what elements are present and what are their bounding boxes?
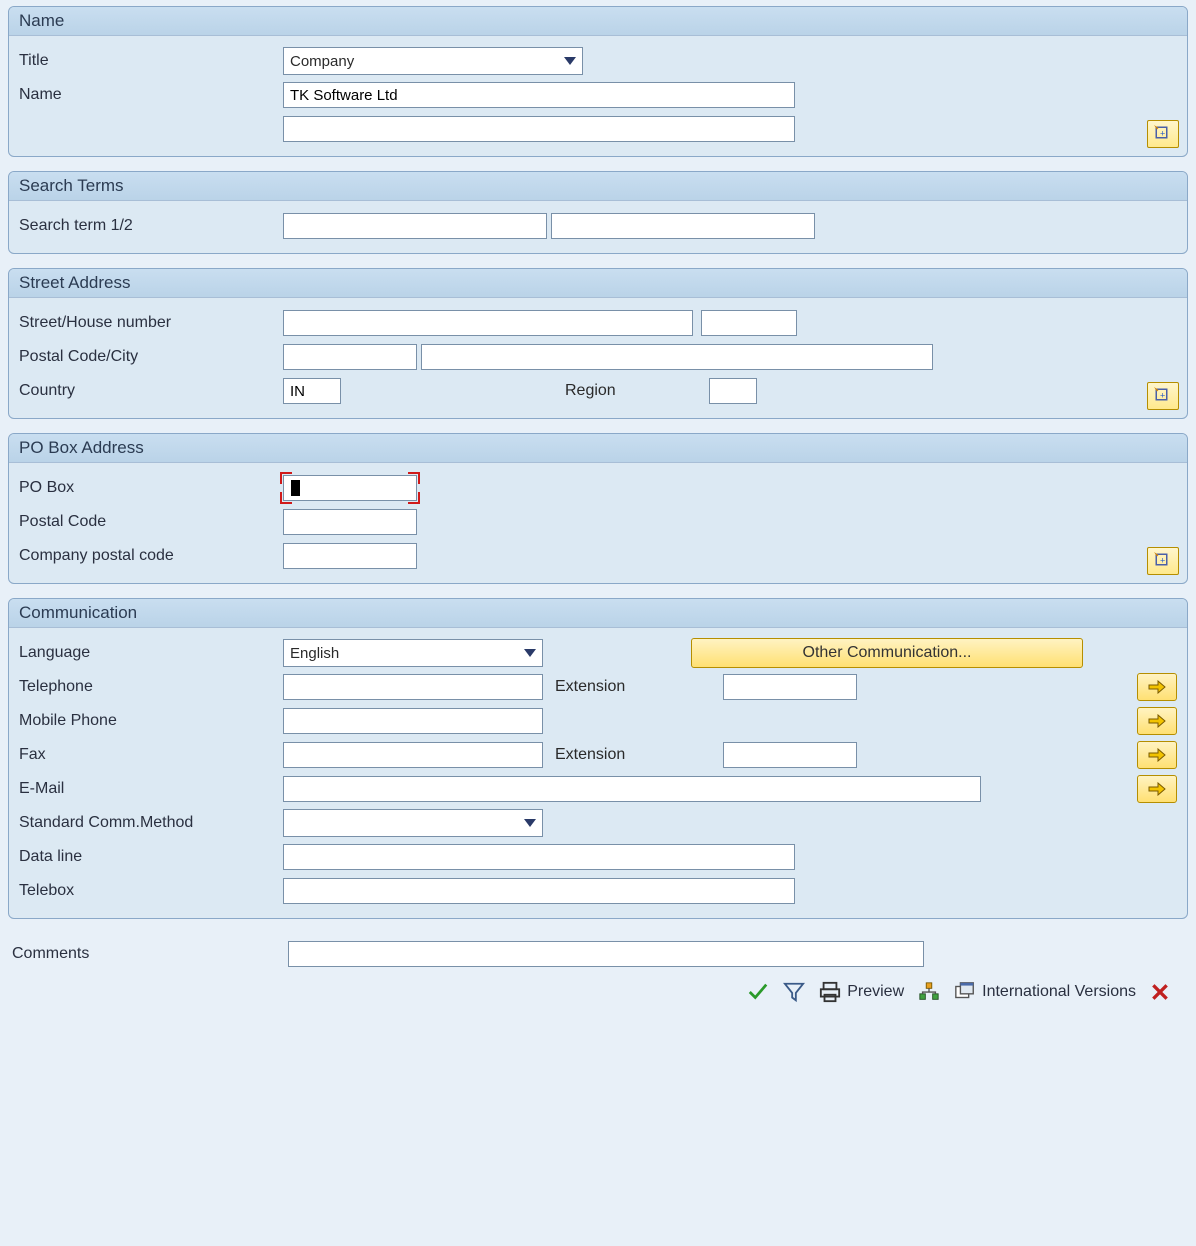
- panel-header-street: Street Address: [9, 269, 1187, 298]
- label-postal: Postal Code/City: [19, 348, 279, 366]
- expand-icon: +: [1154, 125, 1172, 143]
- svg-text:+: +: [1160, 555, 1165, 565]
- expand-pobox-button[interactable]: +: [1147, 547, 1179, 575]
- panel-pobox: PO Box Address PO Box Postal Code Compan…: [8, 433, 1188, 584]
- international-versions-label: International Versions: [982, 983, 1136, 1001]
- label-telephone: Telephone: [19, 678, 279, 696]
- panel-street: Street Address Street/House number Posta…: [8, 268, 1188, 419]
- label-searchterm: Search term 1/2: [19, 217, 279, 235]
- arrow-right-icon: [1148, 748, 1166, 762]
- label-telebox: Telebox: [19, 882, 279, 900]
- print-icon: [819, 981, 841, 1003]
- other-communication-button[interactable]: Other Communication...: [691, 638, 1083, 668]
- fax-extension-input[interactable]: [723, 742, 857, 768]
- organize-button[interactable]: [918, 981, 940, 1003]
- label-pobox: PO Box: [19, 479, 279, 497]
- telebox-input[interactable]: [283, 878, 795, 904]
- telephone-input[interactable]: [283, 674, 543, 700]
- email-input[interactable]: [283, 776, 981, 802]
- telephone-more-button[interactable]: [1137, 673, 1177, 701]
- label-street: Street/House number: [19, 314, 279, 332]
- title-select-value: Company: [290, 53, 556, 70]
- label-fax: Fax: [19, 746, 279, 764]
- label-country: Country: [19, 382, 279, 400]
- label-mobile: Mobile Phone: [19, 712, 279, 730]
- panel-header-communication: Communication: [9, 599, 1187, 628]
- label-region: Region: [565, 382, 705, 400]
- text-cursor: [291, 480, 300, 496]
- checkmark-icon: [747, 981, 769, 1003]
- region-input[interactable]: [709, 378, 757, 404]
- expand-street-button[interactable]: +: [1147, 382, 1179, 410]
- title-select[interactable]: Company: [283, 47, 583, 75]
- label-name: Name: [19, 86, 279, 104]
- arrow-right-icon: [1148, 680, 1166, 694]
- close-icon: [1150, 982, 1170, 1002]
- filter-button[interactable]: [783, 981, 805, 1003]
- close-button[interactable]: [1150, 982, 1170, 1002]
- preview-button[interactable]: Preview: [819, 981, 904, 1003]
- mobile-more-button[interactable]: [1137, 707, 1177, 735]
- panel-header-pobox: PO Box Address: [9, 434, 1187, 463]
- panel-name: Name Title Company Name +: [8, 6, 1188, 157]
- fax-more-button[interactable]: [1137, 741, 1177, 769]
- bottom-toolbar: Preview International Versions: [8, 975, 1188, 1015]
- svg-text:+: +: [1160, 128, 1165, 138]
- panel-communication: Communication Language English Other Com…: [8, 598, 1188, 919]
- pobox-postcode-input[interactable]: [283, 509, 417, 535]
- windows-icon: [954, 981, 976, 1003]
- fax-input[interactable]: [283, 742, 543, 768]
- comments-input[interactable]: [288, 941, 924, 967]
- city-input[interactable]: [421, 344, 933, 370]
- label-email: E-Mail: [19, 780, 279, 798]
- dataline-input[interactable]: [283, 844, 795, 870]
- arrow-right-icon: [1148, 714, 1166, 728]
- label-tel-extension: Extension: [547, 678, 719, 696]
- postalcode-input[interactable]: [283, 344, 417, 370]
- svg-text:+: +: [1160, 390, 1165, 400]
- companypc-input[interactable]: [283, 543, 417, 569]
- country-input[interactable]: [283, 378, 341, 404]
- accept-button[interactable]: [747, 981, 769, 1003]
- org-icon: [918, 981, 940, 1003]
- label-pobox-postcode: Postal Code: [19, 513, 279, 531]
- international-versions-button[interactable]: International Versions: [954, 981, 1136, 1003]
- chevron-down-icon: [564, 57, 576, 65]
- expand-icon: +: [1154, 552, 1172, 570]
- tel-extension-input[interactable]: [723, 674, 857, 700]
- houseno-input[interactable]: [701, 310, 797, 336]
- language-select[interactable]: English: [283, 639, 543, 667]
- stdmethod-select[interactable]: [283, 809, 543, 837]
- preview-label: Preview: [847, 983, 904, 1001]
- searchterm2-input[interactable]: [551, 213, 815, 239]
- label-title: Title: [19, 52, 279, 70]
- pobox-input[interactable]: [283, 475, 417, 501]
- name1-input[interactable]: [283, 82, 795, 108]
- expand-name-button[interactable]: +: [1147, 120, 1179, 148]
- label-dataline: Data line: [19, 848, 279, 866]
- searchterm1-input[interactable]: [283, 213, 547, 239]
- mobile-input[interactable]: [283, 708, 543, 734]
- label-fax-extension: Extension: [547, 746, 719, 764]
- chevron-down-icon: [524, 819, 536, 827]
- label-companypc: Company postal code: [19, 547, 279, 565]
- other-communication-label: Other Communication...: [803, 644, 972, 662]
- panel-search: Search Terms Search term 1/2: [8, 171, 1188, 254]
- arrow-right-icon: [1148, 782, 1166, 796]
- label-comments: Comments: [12, 945, 284, 963]
- email-more-button[interactable]: [1137, 775, 1177, 803]
- label-language: Language: [19, 644, 279, 662]
- panel-header-search: Search Terms: [9, 172, 1187, 201]
- street-input[interactable]: [283, 310, 693, 336]
- label-stdmethod: Standard Comm.Method: [19, 814, 279, 832]
- language-select-value: English: [290, 645, 516, 662]
- chevron-down-icon: [524, 649, 536, 657]
- funnel-icon: [783, 981, 805, 1003]
- name2-input[interactable]: [283, 116, 795, 142]
- expand-icon: +: [1154, 387, 1172, 405]
- panel-header-name: Name: [9, 7, 1187, 36]
